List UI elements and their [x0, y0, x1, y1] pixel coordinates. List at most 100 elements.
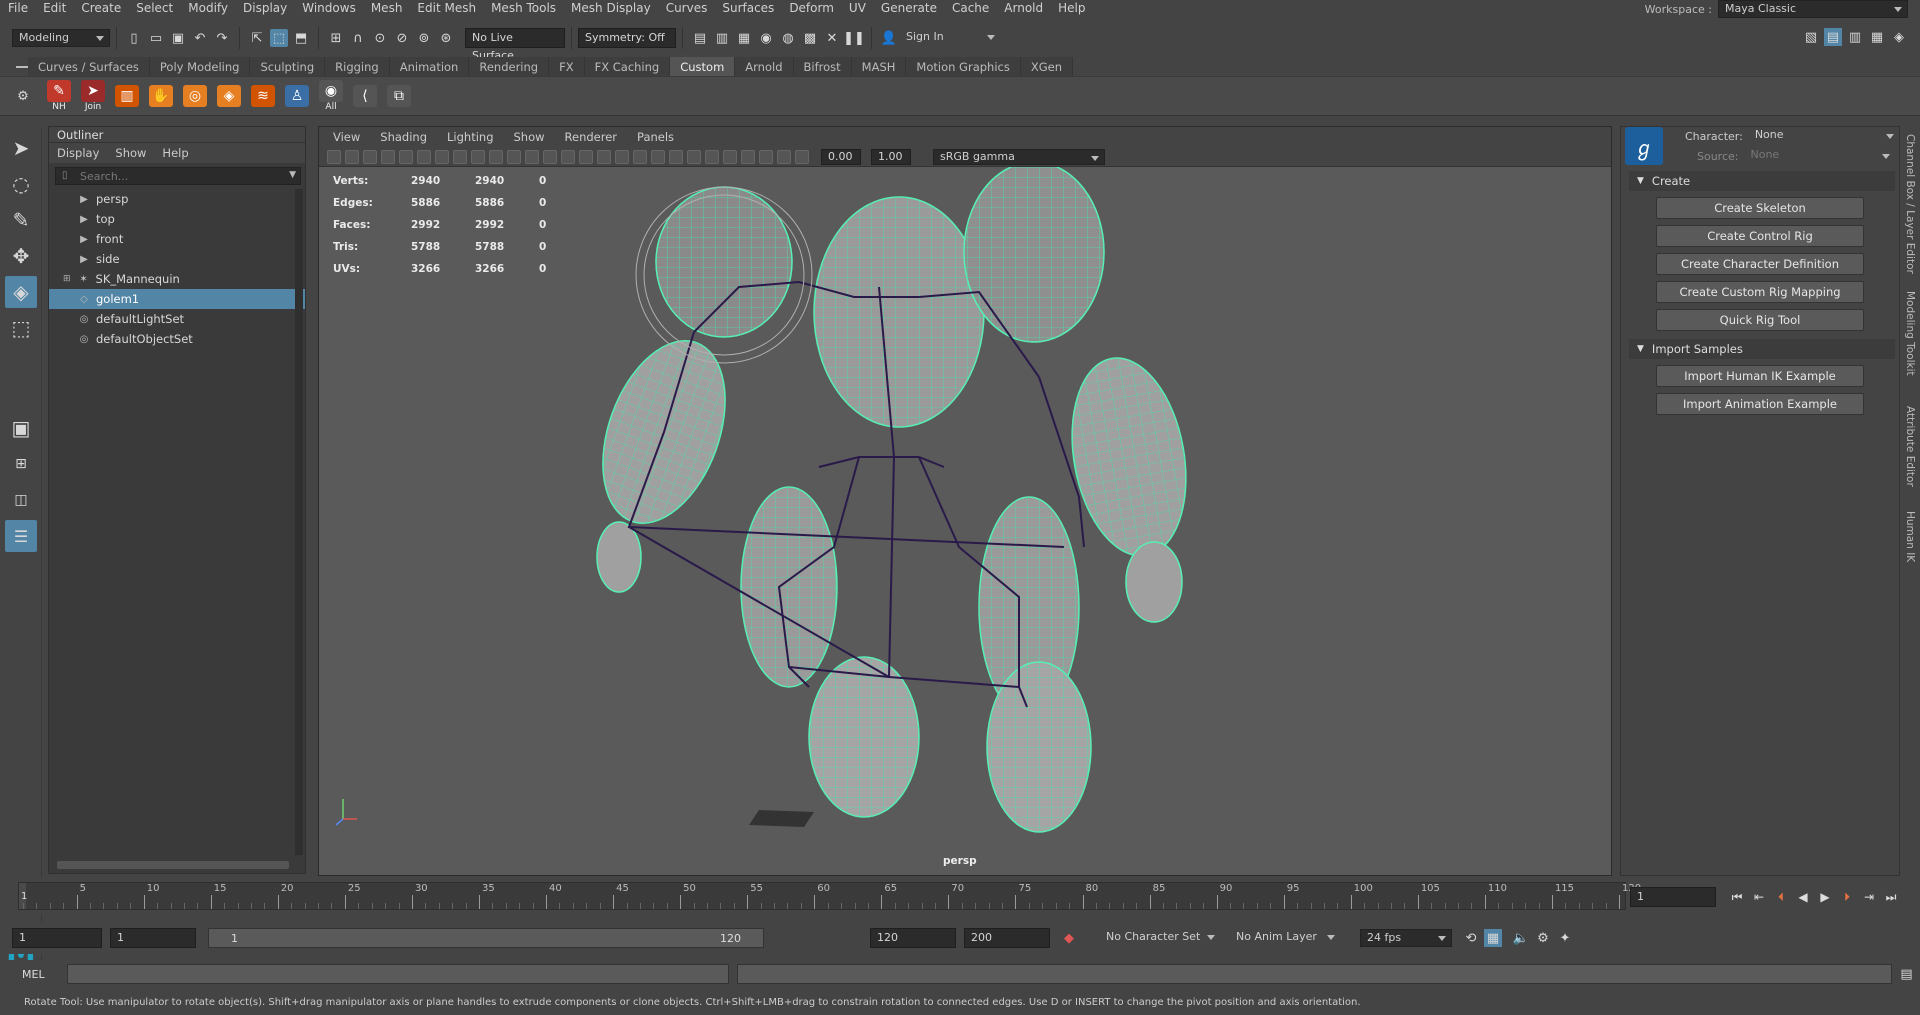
menu-file[interactable]: File [0, 1, 35, 15]
outliner-search-input[interactable]: ▯ Search... ▼ [55, 167, 301, 185]
menu-create[interactable]: Create [73, 1, 128, 15]
select-component-icon[interactable]: ⬒ [292, 29, 310, 47]
menu-windows[interactable]: Windows [294, 1, 363, 15]
shelf-button-all[interactable]: ◉ All [316, 80, 346, 112]
menu-uv[interactable]: UV [841, 1, 873, 15]
xray-joints-icon[interactable] [759, 149, 773, 164]
gate-mask-icon[interactable] [489, 149, 503, 164]
exposure-field[interactable]: 0.00 [821, 148, 861, 165]
shelf-tab-motion-graphics[interactable]: Motion Graphics [906, 57, 1021, 77]
wireframe-icon[interactable] [561, 149, 575, 164]
snap-surface-icon[interactable]: ⊚ [415, 29, 433, 47]
viewport-menu-panels[interactable]: Panels [629, 130, 682, 144]
mel-label[interactable]: MEL [22, 968, 45, 981]
save-scene-icon[interactable]: ▣ [169, 29, 187, 47]
viewport-menu-show[interactable]: Show [506, 130, 553, 144]
sound-icon[interactable]: 🔈 [1512, 929, 1530, 947]
outliner-item[interactable]: ▶ top [49, 209, 305, 229]
textured-icon[interactable] [615, 149, 629, 164]
menu-help[interactable]: Help [1050, 1, 1092, 15]
play-forward-icon[interactable]: ▶ [1816, 888, 1834, 906]
color-space-dropdown[interactable]: sRGB gamma [933, 148, 1105, 165]
character-set-dropdown[interactable]: No Character Set [1100, 929, 1220, 947]
shelf-button-nh[interactable]: ✎ NH [44, 80, 74, 112]
viewport-menu-renderer[interactable]: Renderer [557, 130, 626, 144]
film-gate-icon[interactable] [453, 149, 467, 164]
outliner-item[interactable]: ◇ golem1 [49, 289, 305, 309]
viewport-menu-view[interactable]: View [325, 130, 368, 144]
create-character-definition-button[interactable]: Create Character Definition [1656, 253, 1864, 275]
symmetry-field[interactable]: Symmetry: Off [578, 28, 676, 48]
time-slider-track[interactable]: 1 5 10 15 20 25 30 35 40 45 50 55 60 65 70 75 80 85 90 95 1… [18, 882, 1641, 910]
scale-tool-icon[interactable]: ⬚ [5, 312, 37, 344]
snap-grid-icon[interactable]: ⊞ [327, 29, 345, 47]
select-tool-icon[interactable]: ➤ [5, 132, 37, 164]
go-to-end-icon[interactable]: ⏭ [1882, 888, 1900, 906]
attribute-editor-icon[interactable]: ▥ [1846, 28, 1864, 46]
isolate-icon[interactable] [723, 149, 737, 164]
import-human-ik-example-button[interactable]: Import Human IK Example [1656, 365, 1864, 387]
safe-title-icon[interactable] [543, 149, 557, 164]
rotate-tool-icon[interactable]: ◈ [5, 276, 37, 308]
menu-mesh[interactable]: Mesh [363, 1, 410, 15]
menu-edit[interactable]: Edit [35, 1, 73, 15]
2d-pan-icon[interactable] [399, 149, 413, 164]
shadows-icon[interactable] [651, 149, 665, 164]
undo-icon[interactable]: ↶ [191, 29, 209, 47]
menu-mesh-tools[interactable]: Mesh Tools [483, 1, 563, 15]
grease-pencil-icon[interactable] [417, 149, 431, 164]
shelf-button-sphere-stack[interactable]: ◎ [180, 80, 210, 112]
outliner-hscrollbar[interactable] [57, 861, 289, 869]
layer-editor-icon[interactable]: ◈ [1890, 28, 1908, 46]
menu-arnold[interactable]: Arnold [996, 1, 1050, 15]
xray-icon[interactable] [741, 149, 755, 164]
channel-box-icon[interactable]: ▤ [1824, 28, 1842, 46]
outliner-item[interactable]: ▶ side [49, 249, 305, 269]
mel-input[interactable] [66, 964, 729, 984]
outliner-item[interactable]: ⊞ ✶ SK_Mannequin [49, 269, 305, 289]
shelf-button-curve[interactable]: ⟨ [350, 80, 380, 112]
menu-modify[interactable]: Modify [180, 1, 235, 15]
character-dropdown[interactable]: None [1748, 128, 1899, 144]
animation-start-field[interactable]: 1 [12, 928, 102, 948]
menu-cache[interactable]: Cache [944, 1, 996, 15]
pause-icon[interactable]: ❚❚ [843, 29, 865, 47]
outliner-item[interactable]: ◎ defaultLightSet [49, 309, 305, 329]
tool-settings-icon[interactable]: ▦ [1868, 28, 1886, 46]
select-object-icon[interactable]: ⬚ [270, 29, 288, 47]
create-skeleton-button[interactable]: Create Skeleton [1656, 197, 1864, 219]
sign-in-dropdown[interactable]: Sign In [900, 29, 1000, 47]
lights-icon[interactable] [633, 149, 647, 164]
open-scene-icon[interactable]: ▭ [147, 29, 165, 47]
step-back-frame-icon[interactable]: ⏴ [1772, 888, 1790, 906]
prefs-icon[interactable]: ⚙ [1534, 929, 1552, 947]
quick-rig-tool-button[interactable]: Quick Rig Tool [1656, 309, 1864, 331]
playback-end-field[interactable]: 120 [870, 928, 956, 948]
select-hierarchy-icon[interactable]: ⇱ [248, 29, 266, 47]
camera-icon[interactable] [327, 149, 341, 164]
bookmark-icon[interactable] [363, 149, 377, 164]
menu-deform[interactable]: Deform [781, 1, 841, 15]
outliner-menu-help[interactable]: Help [162, 146, 188, 160]
go-to-start-icon[interactable]: ⏮ [1728, 888, 1746, 906]
modeling-toolkit-icon[interactable]: ▧ [1802, 28, 1820, 46]
current-frame-field[interactable]: 1 [1630, 887, 1716, 907]
mode-dropdown[interactable]: Modeling [12, 29, 110, 47]
arnold-render-icon[interactable]: ▩ [801, 29, 819, 47]
outliner-item[interactable]: ◎ defaultObjectSet [49, 329, 305, 349]
ssao-icon[interactable] [669, 149, 683, 164]
shelf-button-human[interactable]: ♙ [282, 80, 312, 112]
shelf-tab-mash[interactable]: MASH [851, 57, 907, 77]
chevron-down-icon[interactable]: ▼ [289, 170, 296, 180]
shelf-tab-arnold[interactable]: Arnold [735, 57, 794, 77]
outliner-item[interactable]: ▶ persp [49, 189, 305, 209]
auto-key-icon[interactable]: ◆ [1060, 929, 1078, 947]
live-surface-field[interactable]: No Live Surface [465, 28, 565, 62]
loop-icon[interactable]: ⟲ [1462, 929, 1480, 947]
side-tab-channel-box-layer-editor[interactable]: Channel Box / Layer Editor [1904, 134, 1916, 274]
render-icon[interactable]: ▤ [691, 29, 709, 47]
menu-display[interactable]: Display [235, 1, 294, 15]
shelf-button-barcode[interactable]: ▥ [112, 80, 142, 112]
viewport-menu-lighting[interactable]: Lighting [439, 130, 501, 144]
image-plane-icon[interactable] [381, 149, 395, 164]
